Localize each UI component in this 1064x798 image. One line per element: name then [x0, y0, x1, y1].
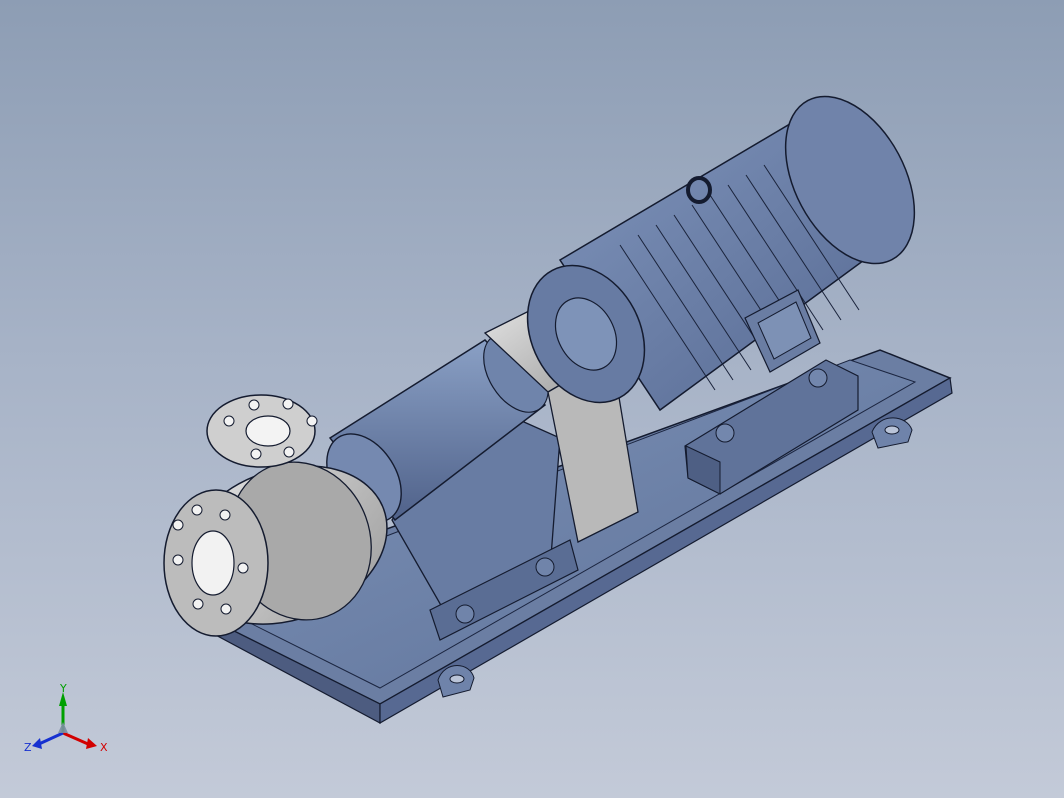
triad-icon	[32, 692, 97, 749]
coordinate-triad[interactable]: Y X Z	[24, 684, 110, 758]
pump-assembly-model[interactable]	[0, 0, 1064, 798]
triad-z-label: Z	[24, 741, 32, 754]
triad-x-label: X	[100, 741, 108, 754]
triad-y-label: Y	[59, 684, 67, 695]
cad-3d-viewport[interactable]: Y X Z	[0, 0, 1064, 798]
